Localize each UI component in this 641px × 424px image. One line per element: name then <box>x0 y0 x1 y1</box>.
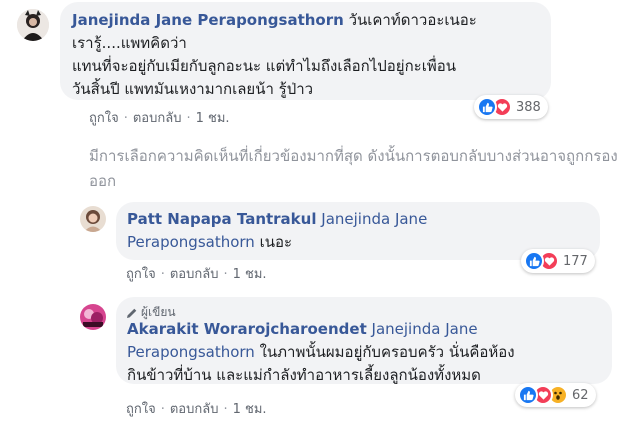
comment-author[interactable]: Janejinda Jane Perapongsathorn <box>72 11 344 29</box>
separator-dot: · <box>223 402 228 417</box>
reply-first-line: Patt Napapa Tantrakul Janejinda Jane <box>127 208 597 231</box>
reply-reactions[interactable]: 177 <box>521 249 595 273</box>
reply-first-line: Akarakit Worarojcharoendet Janejinda Jan… <box>127 318 609 341</box>
like-reaction-icon <box>524 251 544 271</box>
reply-reactions[interactable]: 62 <box>515 383 596 407</box>
like-link[interactable]: ถูกใจ <box>126 267 156 282</box>
comment-text-first: วันเคาท์ดาวอะเนอะ <box>348 11 477 29</box>
separator-dot: · <box>160 267 165 282</box>
reply-link[interactable]: ตอบกลับ <box>170 402 219 417</box>
reply-time[interactable]: 1 ชม. <box>233 267 267 282</box>
avatar-image <box>17 9 49 41</box>
like-link[interactable]: ถูกใจ <box>126 402 156 417</box>
comment-reactions[interactable]: 388 <box>474 95 548 119</box>
comment-time[interactable]: 1 ชม. <box>196 111 230 126</box>
reply-body: Patt Napapa Tantrakul Janejinda Jane Per… <box>127 208 597 254</box>
comment-text-line: เรารู้....แพทคิดว่า <box>72 34 187 52</box>
reply-actions: ถูกใจ · ตอบกลับ · 1 ชม. <box>126 398 267 419</box>
mention-tag[interactable]: Janejinda Jane <box>321 210 427 228</box>
avatar-janejinda[interactable] <box>17 9 49 41</box>
mention-tag[interactable]: Perapongsathorn <box>127 343 255 361</box>
like-reaction-icon <box>518 385 538 405</box>
avatar-patt[interactable] <box>80 206 106 232</box>
avatar-akarakit[interactable] <box>80 304 106 330</box>
separator-dot: · <box>186 111 191 126</box>
comment-body: Janejinda Jane Perapongsathorn วันเคาท์ด… <box>72 9 552 101</box>
comment-first-line: Janejinda Jane Perapongsathorn วันเคาท์ด… <box>72 9 552 32</box>
reply-second-line: Perapongsathorn ในภาพนั้นผมอยู่กับครอบคร… <box>127 341 609 364</box>
reply-author[interactable]: Patt Napapa Tantrakul <box>127 210 316 228</box>
mention-tag[interactable]: Perapongsathorn <box>127 233 255 251</box>
like-reaction-icon <box>477 97 497 117</box>
reply-body: Akarakit Worarojcharoendet Janejinda Jan… <box>127 318 609 387</box>
reaction-count: 177 <box>563 253 588 269</box>
separator-dot: · <box>160 402 165 417</box>
reply-actions: ถูกใจ · ตอบกลับ · 1 ชม. <box>126 263 267 284</box>
reply-text: เนอะ <box>259 233 293 251</box>
comment-text-line: แทนที่จะอยู่กับเมียกับลูกอะนะ แต่ทำไมถึง… <box>72 57 457 75</box>
reply-link[interactable]: ตอบกลับ <box>170 267 219 282</box>
reaction-count: 388 <box>516 99 541 115</box>
like-link[interactable]: ถูกใจ <box>89 111 119 126</box>
reply-time[interactable]: 1 ชม. <box>233 402 267 417</box>
reply-text: ในภาพนั้นผมอยู่กับครอบครัว นั่นคือห้อง <box>259 343 515 361</box>
pen-icon <box>127 308 137 318</box>
avatar-image <box>80 206 106 232</box>
comment-actions: ถูกใจ · ตอบกลับ · 1 ชม. <box>89 107 230 128</box>
reply-link[interactable]: ตอบกลับ <box>133 111 182 126</box>
reaction-count: 62 <box>572 387 589 403</box>
relevance-filter-note: มีการเลือกความคิดเห็นที่เกี่ยวข้องมากที่… <box>89 147 618 190</box>
reply-author[interactable]: Akarakit Worarojcharoendet <box>127 320 367 338</box>
separator-dot: · <box>223 267 228 282</box>
mention-tag[interactable]: Janejinda Jane <box>372 320 478 338</box>
separator-dot: · <box>123 111 128 126</box>
avatar-image <box>80 304 106 330</box>
